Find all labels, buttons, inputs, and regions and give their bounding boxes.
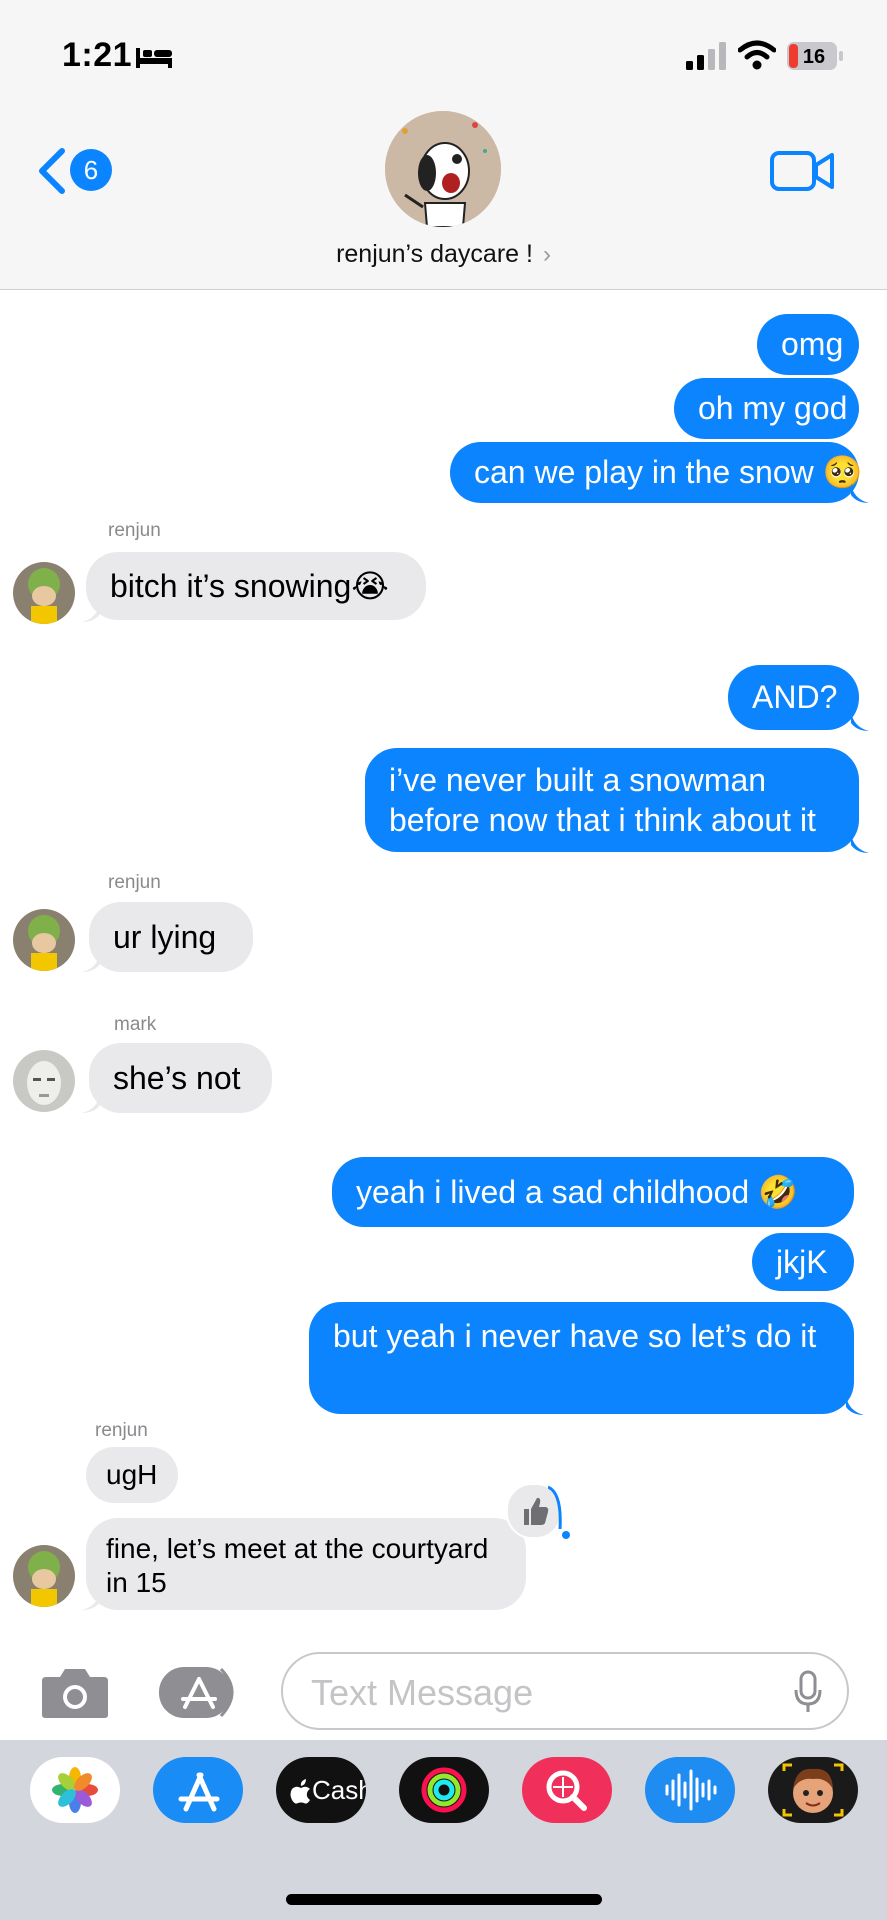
wifi-icon (738, 40, 776, 70)
bubble-tail (82, 1590, 100, 1610)
camera-icon[interactable] (40, 1665, 110, 1720)
message-incoming[interactable]: ur lying (89, 902, 253, 972)
bubble-tail (851, 483, 869, 503)
group-name[interactable]: renjun’s daycare ! › (0, 240, 887, 269)
app-store-icon[interactable] (157, 1665, 243, 1720)
message-outgoing[interactable]: can we play in the snow 🥺 (450, 442, 862, 503)
message-incoming[interactable]: fine, let’s meet at the courtyard in 15 (86, 1518, 526, 1610)
sender-name: renjun (108, 520, 161, 541)
avatar-renjun[interactable] (13, 1545, 75, 1607)
avatar-mark[interactable] (13, 1050, 75, 1112)
video-call-icon[interactable] (770, 150, 834, 192)
group-avatar[interactable] (385, 111, 501, 227)
message-outgoing[interactable]: jkjK (752, 1233, 854, 1291)
avatar-renjun[interactable] (13, 562, 75, 624)
battery-level: 16 (803, 46, 825, 68)
activity-rings-icon (421, 1767, 467, 1813)
battery-icon: 16 (787, 42, 843, 70)
search-images-app-button[interactable] (522, 1757, 612, 1823)
photos-icon (52, 1767, 98, 1813)
message-outgoing[interactable]: AND? (728, 665, 859, 730)
apple-cash-app-button[interactable]: Cash (276, 1757, 366, 1823)
bubble-tail (851, 711, 869, 731)
message-outgoing[interactable]: but yeah i never have so let’s do it (309, 1302, 854, 1414)
app-store-icon (178, 1772, 220, 1812)
image-search-icon (546, 1770, 587, 1811)
message-outgoing[interactable]: oh my god (674, 378, 859, 439)
waveform-icon (665, 1769, 717, 1811)
chevron-right-icon: › (542, 241, 551, 268)
snoopy-image (385, 111, 501, 227)
message-incoming[interactable]: she’s not (89, 1043, 272, 1113)
app-drawer: Cash (0, 1740, 887, 1920)
home-indicator[interactable] (286, 1894, 602, 1905)
status-time: 1:21 (62, 36, 133, 74)
cellular-signal-icon (686, 42, 726, 70)
message-outgoing[interactable]: yeah i lived a sad childhood 🤣 (332, 1157, 854, 1227)
message-input[interactable] (309, 1670, 773, 1716)
microphone-icon[interactable] (793, 1670, 823, 1714)
message-input-field[interactable] (281, 1652, 849, 1730)
sender-name: mark (114, 1014, 157, 1035)
message-incoming[interactable]: ugH (86, 1447, 178, 1503)
reaction-tail (548, 1485, 570, 1539)
memoji-app-button[interactable] (768, 1757, 858, 1823)
message-outgoing[interactable]: omg (757, 314, 859, 375)
photos-app-button[interactable] (30, 1757, 120, 1823)
bubble-tail (846, 1395, 864, 1415)
fitness-app-button[interactable] (399, 1757, 489, 1823)
memoji-icon (782, 1763, 844, 1817)
unread-count-badge[interactable]: 6 (70, 149, 112, 191)
sender-name: renjun (95, 1420, 148, 1441)
audio-message-app-button[interactable] (645, 1757, 735, 1823)
conversation-header: 1:21 16 6 renjun’s daycare ! › (0, 0, 887, 290)
app-store-app-button[interactable] (153, 1757, 243, 1823)
avatar-renjun[interactable] (13, 909, 75, 971)
cash-label: Cash (312, 1775, 366, 1805)
sender-name: renjun (108, 872, 161, 893)
message-outgoing[interactable]: i’ve never built a snowman before now th… (365, 748, 859, 852)
group-name-label: renjun’s daycare ! (336, 240, 533, 268)
message-incoming[interactable]: bitch it’s snowing😭 (86, 552, 426, 620)
bubble-tail (851, 833, 869, 853)
sleep-focus-icon (136, 48, 172, 68)
apple-logo-icon (290, 1779, 310, 1804)
